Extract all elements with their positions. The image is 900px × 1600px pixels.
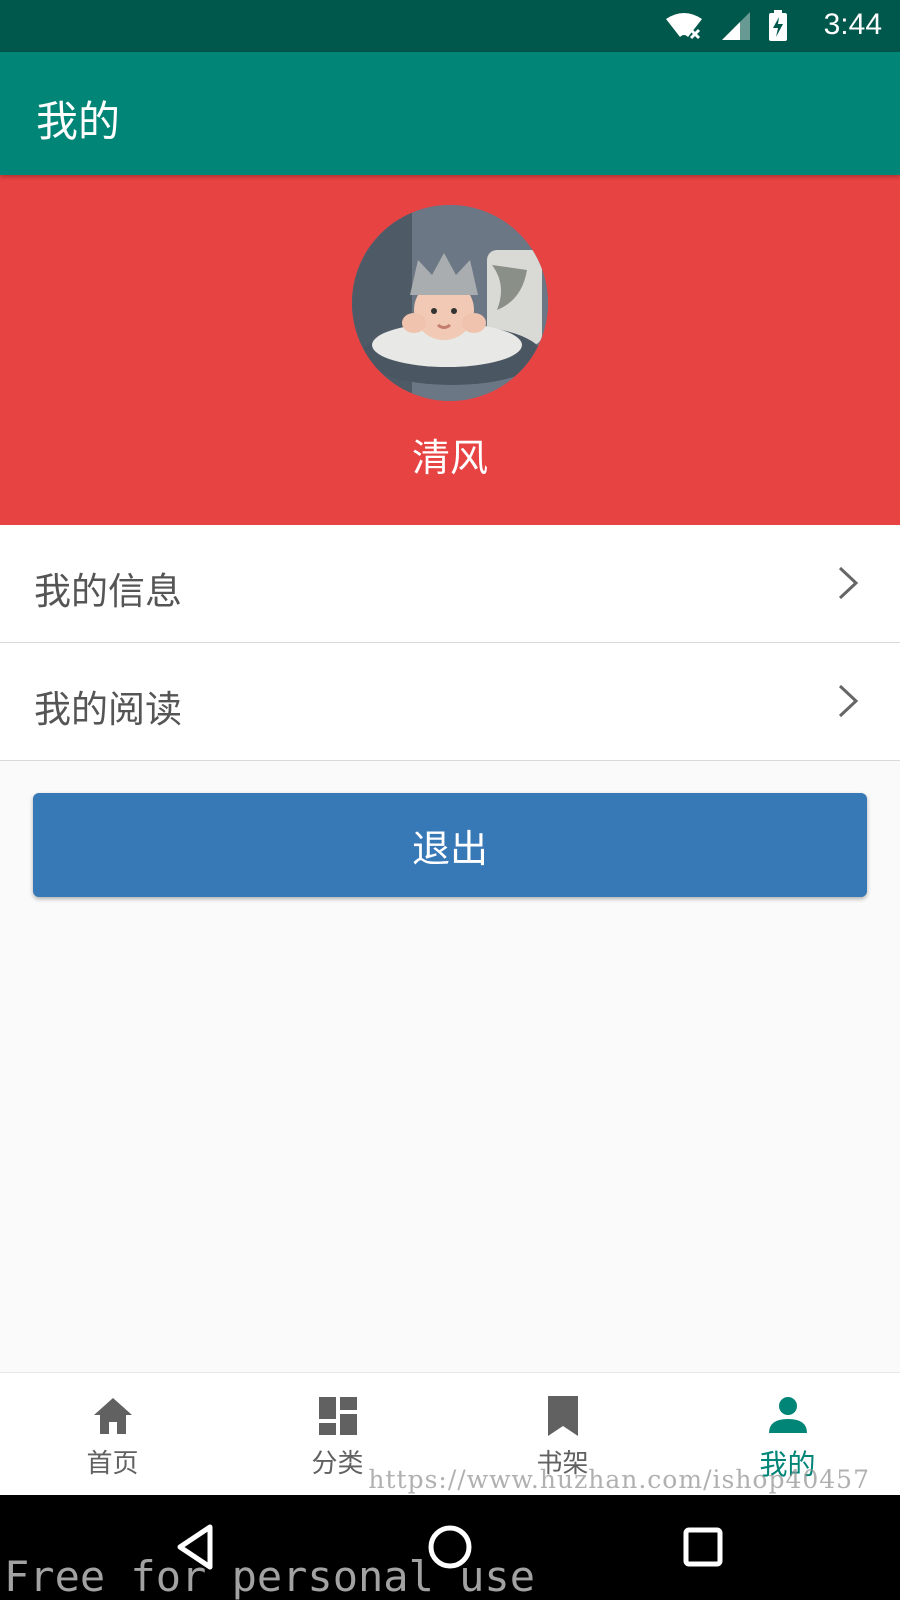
person-icon xyxy=(768,1397,807,1433)
username: 清风 xyxy=(411,436,488,480)
dashboard-icon xyxy=(318,1397,357,1435)
recents-icon[interactable] xyxy=(673,1517,733,1577)
app-bar: 我的 xyxy=(0,52,900,175)
watermark-free: Free for personal use xyxy=(4,1552,536,1600)
menu-item-label: 我的阅读 xyxy=(34,688,182,731)
status-icons xyxy=(664,10,788,42)
watermark-url: https://www.huzhan.com/ishop40457 xyxy=(368,1465,870,1494)
nav-label: 首页 xyxy=(86,1449,139,1479)
page-title: 我的 xyxy=(36,97,121,146)
chevron-right-icon xyxy=(838,566,859,600)
menu-list: 我的信息 我的阅读 xyxy=(0,525,900,761)
status-bar: 3:44 xyxy=(0,0,900,52)
chevron-right-icon xyxy=(838,684,859,718)
battery-charging-icon xyxy=(769,10,787,41)
logout-button[interactable]: 退出 xyxy=(33,793,867,897)
menu-item-my-info[interactable]: 我的信息 xyxy=(0,525,900,643)
avatar[interactable] xyxy=(352,205,548,401)
menu-item-my-reading[interactable]: 我的阅读 xyxy=(0,643,900,761)
profile-header: 清风 xyxy=(0,175,900,525)
cell-signal-icon xyxy=(722,12,750,40)
nav-item-home[interactable]: 首页 xyxy=(0,1373,225,1495)
home-icon xyxy=(93,1398,132,1434)
baby-photo-avatar xyxy=(352,205,548,401)
bookmark-icon xyxy=(547,1396,578,1436)
menu-item-label: 我的信息 xyxy=(34,570,182,613)
status-time: 3:44 xyxy=(823,8,882,41)
wifi-no-internet-icon xyxy=(666,13,702,40)
